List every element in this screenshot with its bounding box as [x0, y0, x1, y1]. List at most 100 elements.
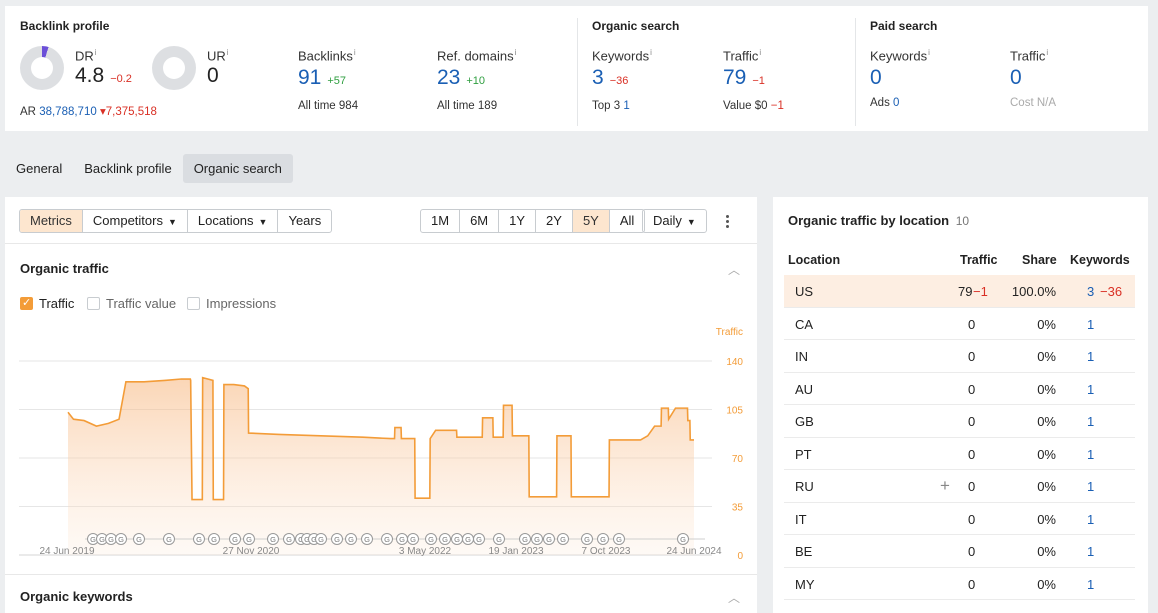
- collapse-chevron-icon[interactable]: ︿: [728, 589, 740, 606]
- google-update-marker[interactable]: G: [133, 533, 145, 545]
- google-update-marker[interactable]: G: [677, 533, 689, 545]
- column-header-traffic[interactable]: Traffic: [960, 253, 998, 267]
- google-update-marker[interactable]: G: [396, 533, 408, 545]
- google-update-marker[interactable]: G: [243, 533, 255, 545]
- ref-domains-metric[interactable]: Ref. domainsi 23 +10 All time 189: [437, 48, 516, 112]
- google-update-marker[interactable]: G: [345, 533, 357, 545]
- google-update-marker[interactable]: G: [493, 533, 505, 545]
- google-update-marker[interactable]: G: [361, 533, 373, 545]
- keywords-value[interactable]: 1: [1087, 414, 1094, 429]
- period-1y-button[interactable]: 1Y: [499, 210, 537, 232]
- google-update-marker[interactable]: G: [267, 533, 279, 545]
- google-update-marker[interactable]: G: [115, 533, 127, 545]
- table-row[interactable]: PT 0 0% 1: [784, 438, 1135, 470]
- google-update-marker[interactable]: G: [451, 533, 463, 545]
- keywords-value[interactable]: 1: [1087, 349, 1094, 364]
- google-update-marker[interactable]: G: [425, 533, 437, 545]
- keywords-value[interactable]: 1: [1087, 447, 1094, 462]
- ref-domains-value[interactable]: 23: [437, 66, 460, 89]
- google-update-marker[interactable]: G: [208, 533, 220, 545]
- google-update-marker[interactable]: G: [229, 533, 241, 545]
- google-update-marker[interactable]: G: [543, 533, 555, 545]
- google-update-marker[interactable]: G: [597, 533, 609, 545]
- keywords-value[interactable]: 1: [1087, 544, 1094, 559]
- table-row[interactable]: BE 0 0% 1: [784, 535, 1135, 568]
- google-update-marker[interactable]: G: [531, 533, 543, 545]
- keywords-value[interactable]: 1: [1087, 382, 1094, 397]
- keywords-value[interactable]: 3: [1087, 284, 1094, 299]
- table-row[interactable]: AU 0 0% 1: [784, 373, 1135, 405]
- google-update-marker[interactable]: G: [407, 533, 419, 545]
- paid-traffic-metric[interactable]: Traffici 0 Cost N/A: [1010, 48, 1056, 109]
- organic-traffic-metric[interactable]: Traffici 79 −1 Value $0 −1: [723, 48, 784, 112]
- google-update-marker[interactable]: G: [381, 533, 393, 545]
- dr-metric[interactable]: DRi 4.8 −0.2: [75, 48, 132, 91]
- column-header-share[interactable]: Share: [1022, 253, 1057, 267]
- column-header-keywords[interactable]: Keywords: [1070, 253, 1130, 267]
- google-update-marker[interactable]: G: [473, 533, 485, 545]
- ads-value[interactable]: 0: [893, 97, 899, 109]
- view-locations-button[interactable]: Locations ▼: [188, 210, 279, 232]
- table-row[interactable]: CA 0 0% 1: [784, 308, 1135, 340]
- google-update-marker[interactable]: G: [557, 533, 569, 545]
- tab-organic-search[interactable]: Organic search: [182, 154, 293, 183]
- view-years-button[interactable]: Years: [278, 210, 331, 232]
- info-icon[interactable]: i: [1046, 48, 1048, 57]
- column-header-location[interactable]: Location: [788, 253, 840, 267]
- organic-traffic-value[interactable]: 79: [723, 66, 746, 89]
- collapse-chevron-icon[interactable]: ︿: [728, 261, 740, 278]
- period-all-button[interactable]: All: [610, 210, 644, 232]
- keywords-value[interactable]: 1: [1087, 317, 1094, 332]
- google-update-marker[interactable]: G: [283, 533, 295, 545]
- organic-keywords-metric[interactable]: Keywordsi 3 −36 Top 3 1: [592, 48, 652, 112]
- organic-traffic-chart[interactable]: GGGGGGGGGGGGGGGGGGGGGGGGGGGGGGGGGGGG Tra…: [5, 321, 757, 561]
- google-update-marker[interactable]: G: [439, 533, 451, 545]
- info-icon[interactable]: i: [650, 48, 652, 57]
- backlinks-metric[interactable]: Backlinksi 91 +57 All time 984: [298, 48, 358, 112]
- info-icon[interactable]: i: [759, 48, 761, 57]
- traffic-checkbox[interactable]: Traffic: [20, 296, 74, 311]
- google-update-marker[interactable]: G: [331, 533, 343, 545]
- table-row[interactable]: IT 0 0% 1: [784, 503, 1135, 535]
- top3-value[interactable]: 1: [623, 100, 629, 112]
- keywords-value[interactable]: 1: [1087, 512, 1094, 527]
- google-update-marker[interactable]: G: [193, 533, 205, 545]
- organic-keywords-value[interactable]: 3: [592, 66, 604, 89]
- info-icon[interactable]: i: [227, 48, 229, 57]
- view-competitors-button[interactable]: Competitors ▼: [83, 210, 188, 232]
- google-update-marker[interactable]: G: [613, 533, 625, 545]
- vertical-dots-icon[interactable]: [723, 209, 731, 233]
- google-update-marker[interactable]: G: [462, 533, 474, 545]
- tab-backlink-profile[interactable]: Backlink profile: [73, 154, 182, 183]
- paid-traffic-value[interactable]: 0: [1010, 66, 1022, 89]
- ar-value[interactable]: 38,788,710: [39, 106, 97, 118]
- period-2y-button[interactable]: 2Y: [536, 210, 573, 232]
- impressions-checkbox[interactable]: Impressions: [187, 296, 276, 311]
- info-icon[interactable]: i: [95, 48, 97, 57]
- table-row[interactable]: RU 0 +0% 1: [784, 470, 1135, 503]
- table-row[interactable]: US 79 −1 100.0% 3 −36: [784, 275, 1135, 308]
- table-row[interactable]: IN 0 0% 1: [784, 340, 1135, 373]
- paid-keywords-value[interactable]: 0: [870, 66, 882, 89]
- interval-dropdown[interactable]: Daily ▼: [642, 209, 707, 233]
- tab-general[interactable]: General: [5, 154, 73, 183]
- table-row[interactable]: MY 0 0% 1: [784, 568, 1135, 600]
- paid-keywords-metric[interactable]: Keywordsi 0 Ads 0: [870, 48, 930, 109]
- google-update-marker[interactable]: G: [581, 533, 593, 545]
- period-1m-button[interactable]: 1M: [421, 210, 461, 232]
- table-row[interactable]: GB 0 0% 1: [784, 405, 1135, 438]
- google-update-marker[interactable]: G: [163, 533, 175, 545]
- google-update-marker[interactable]: G: [105, 533, 117, 545]
- traffic-value-checkbox[interactable]: Traffic value: [87, 296, 176, 311]
- view-metrics-button[interactable]: Metrics: [20, 210, 83, 232]
- google-update-marker[interactable]: G: [519, 533, 531, 545]
- plus-icon[interactable]: +: [940, 476, 950, 496]
- keywords-value[interactable]: 1: [1087, 577, 1094, 592]
- keywords-value[interactable]: 1: [1087, 479, 1094, 494]
- info-icon[interactable]: i: [928, 48, 930, 57]
- period-6m-button[interactable]: 6M: [460, 210, 500, 232]
- info-icon[interactable]: i: [354, 48, 356, 57]
- info-icon[interactable]: i: [515, 48, 517, 57]
- ur-metric[interactable]: URi 0: [207, 48, 229, 88]
- backlinks-value[interactable]: 91: [298, 66, 321, 89]
